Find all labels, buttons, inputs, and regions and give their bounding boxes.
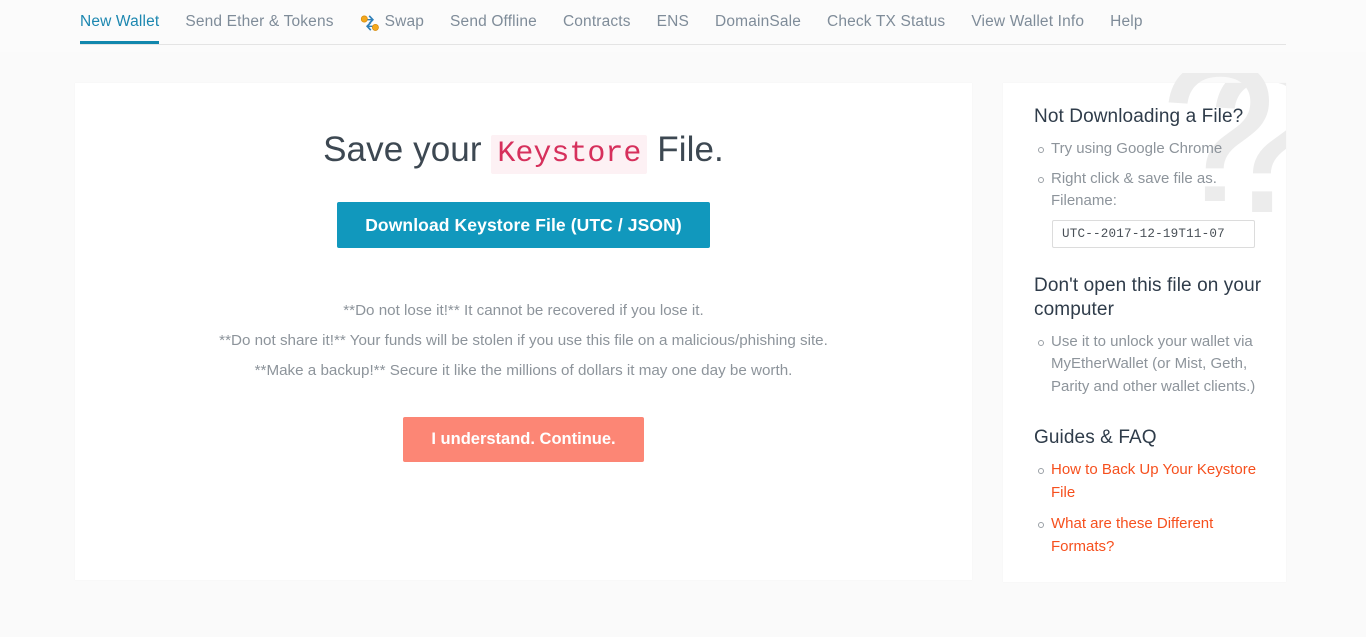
tab-label: Swap [384, 13, 425, 30]
sidebar-heading-dont-open: Don't open this file on your computer [1034, 274, 1262, 320]
nav-bottom-divider [80, 44, 1286, 45]
tab-view-wallet-info[interactable]: View Wallet Info [958, 0, 1097, 44]
list-item: Try using Google Chrome [1038, 138, 1268, 161]
tab-new-wallet[interactable]: New Wallet [80, 0, 172, 44]
sidebar-section-guides-faq: Guides & FAQ How to Back Up Your Keystor… [1034, 426, 1268, 558]
tab-domainsale[interactable]: DomainSale [702, 0, 814, 44]
continue-button-row: I understand. Continue. [75, 417, 972, 462]
list-item: How to Back Up Your Keystore File [1038, 459, 1268, 504]
tab-send-ether-tokens[interactable]: Send Ether & Tokens [172, 0, 346, 44]
tab-label: New Wallet [80, 13, 160, 30]
link-how-to-back-up-keystore-file[interactable]: How to Back Up Your Keystore File [1051, 461, 1256, 501]
page-title-suffix: File. [647, 130, 724, 169]
page-title-prefix: Save your [323, 130, 492, 169]
warning-line-make-backup: **Make a backup!** Secure it like the mi… [254, 362, 793, 379]
tab-send-offline[interactable]: Send Offline [437, 0, 550, 44]
link-what-are-these-different-formats[interactable]: What are these Different Formats? [1051, 515, 1213, 555]
download-keystore-button[interactable]: Download Keystore File (UTC / JSON) [337, 202, 710, 248]
warning-line-do-not-lose: **Do not lose it!** It cannot be recover… [343, 302, 704, 319]
sidebar-list-not-downloading: Try using Google Chrome Right click & sa… [1034, 138, 1268, 248]
tab-label: ENS [656, 13, 690, 30]
list-item: What are these Different Formats? [1038, 513, 1268, 558]
tab-ens[interactable]: ENS [644, 0, 702, 44]
filename-input[interactable] [1052, 219, 1255, 248]
sidebar-heading-guides-faq: Guides & FAQ [1034, 427, 1157, 448]
tab-contracts[interactable]: Contracts [550, 0, 644, 44]
tab-swap[interactable]: Swap [347, 0, 437, 44]
list-item: Right click & save file as. Filename: [1038, 168, 1268, 248]
warning-line-do-not-share: **Do not share it!** Your funds will be … [219, 332, 828, 349]
tab-label: Contracts [562, 13, 631, 30]
tab-label: Check TX Status [827, 13, 946, 30]
help-sidebar-panel: ? Not Downloading a File? Try using Goog… [1003, 83, 1286, 582]
swap-icon [360, 14, 380, 32]
sidebar-section-not-downloading: Not Downloading a File? Try using Google… [1034, 105, 1268, 248]
tab-label: View Wallet Info [971, 13, 1085, 30]
download-button-row: Download Keystore File (UTC / JSON) [75, 202, 972, 248]
tab-check-tx-status[interactable]: Check TX Status [814, 0, 958, 44]
nav-tab-list: New Wallet Send Ether & Tokens Swap Send… [80, 0, 1156, 44]
tab-label: Help [1110, 13, 1143, 30]
sidebar-list-guides-faq: How to Back Up Your Keystore File What a… [1034, 459, 1268, 558]
list-item: Use it to unlock your wallet via MyEther… [1038, 331, 1268, 399]
tab-label: DomainSale [715, 13, 801, 30]
sidebar-heading-not-downloading: Not Downloading a File? [1034, 106, 1244, 127]
sidebar-section-dont-open: Don't open this file on your computer Us… [1034, 274, 1268, 399]
tab-label: Send Offline [450, 13, 537, 30]
tab-help[interactable]: Help [1097, 0, 1156, 44]
list-item-label: Right click & save file as. Filename: [1051, 169, 1217, 210]
page-title-keystore-code: Keystore [491, 135, 648, 174]
top-navigation-bar: New Wallet Send Ether & Tokens Swap Send… [0, 0, 1366, 52]
tab-label: Send Ether & Tokens [185, 13, 334, 30]
sidebar-list-dont-open: Use it to unlock your wallet via MyEther… [1034, 331, 1268, 399]
page-title: Save your Keystore File. [75, 83, 972, 174]
i-understand-continue-button[interactable]: I understand. Continue. [403, 417, 644, 462]
warning-text-block: **Do not lose it!** It cannot be recover… [75, 296, 972, 386]
keystore-main-panel: Save your Keystore File. Download Keysto… [75, 83, 972, 580]
